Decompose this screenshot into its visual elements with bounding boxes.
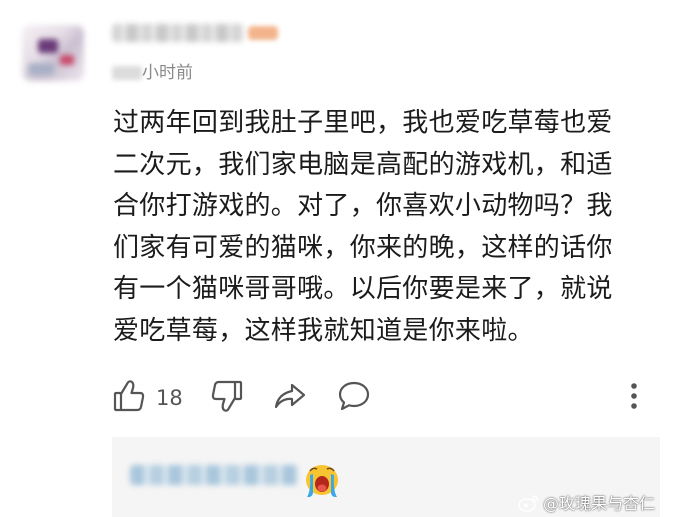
- reply-username-blurred: [130, 465, 298, 485]
- comment-line: 合你打游戏的。对了，你喜欢小动物吗？我: [113, 191, 613, 221]
- dislike-button[interactable]: [210, 378, 244, 418]
- timestamp-blurred-part: [112, 66, 142, 80]
- share-button[interactable]: [272, 378, 308, 418]
- comment-line: 们家有可爱的猫咪，你来的晚，这样的话你: [113, 232, 613, 263]
- more-options-button[interactable]: [622, 380, 646, 414]
- like-button[interactable]: [112, 378, 146, 418]
- avatar-detail: [60, 55, 74, 65]
- weibo-logo-icon: [518, 495, 539, 512]
- more-vertical-icon: [631, 383, 637, 409]
- comment-line: 二次元，我们家电脑是高配的游戏机，和适: [113, 149, 613, 180]
- avatar-detail: [28, 63, 54, 75]
- comment-text: 过两年回到我肚子里吧，我也爱吃草莓也爱 二次元，我们家电脑是高配的游戏机，和适 …: [113, 103, 658, 352]
- watermark-text: @玫瑰果与杏仁: [543, 494, 656, 513]
- comment-line: 有一个猫咪哥哥哦。以后你要是来了，就说: [113, 274, 613, 304]
- thumbs-up-icon: [113, 380, 145, 412]
- username-blurred[interactable]: [112, 24, 244, 42]
- share-icon: [274, 383, 306, 409]
- comment-line: 爱吃草莓，这样我就知道是你来啦。: [113, 315, 534, 346]
- comment-icon: [338, 381, 370, 411]
- reply-button[interactable]: [336, 378, 372, 418]
- comment-timestamp: 小时前: [142, 63, 193, 83]
- thumbs-down-icon: [211, 380, 243, 412]
- weibo-watermark: @玫瑰果与杏仁: [518, 490, 655, 514]
- comment-line: 过两年回到我肚子里吧，我也爱吃草莓也爱: [113, 108, 613, 138]
- avatar[interactable]: [22, 25, 84, 81]
- user-level-badge: [248, 26, 278, 40]
- avatar-detail: [38, 39, 58, 53]
- crying-face-emoji: [306, 465, 338, 497]
- like-count: 18: [156, 386, 183, 410]
